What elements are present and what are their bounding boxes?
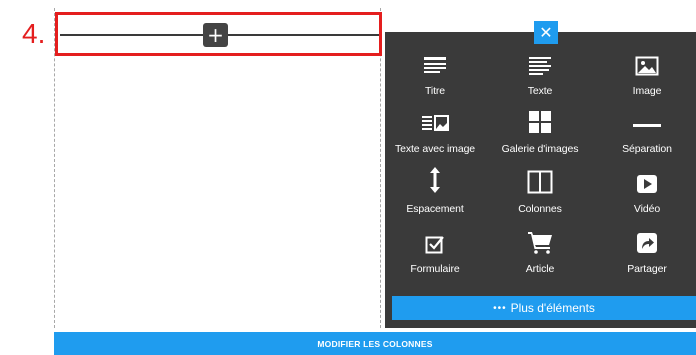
separator-icon — [633, 124, 661, 127]
video-icon — [637, 175, 657, 193]
step-number: 4. — [22, 18, 46, 49]
more-elements-label: Plus d'éléments — [510, 301, 595, 315]
column-dropzone[interactable] — [54, 8, 381, 328]
text-with-image-icon — [422, 115, 449, 131]
tool-label: Espacement — [406, 203, 464, 215]
tool-gallery[interactable]: Galerie d'images — [490, 108, 590, 155]
tool-image[interactable]: Image — [597, 50, 696, 97]
tool-spacing[interactable]: Espacement — [385, 167, 485, 215]
gallery-icon — [529, 111, 551, 133]
form-icon — [425, 236, 444, 254]
edit-columns-button[interactable]: MODIFIER LES COLONNES — [54, 332, 696, 355]
tool-label: Galerie d'images — [501, 143, 579, 155]
elements-panel: Titre Texte Image Texte avec image Galer… — [385, 32, 696, 328]
tool-columns[interactable]: Colonnes — [490, 168, 590, 215]
tool-label: Titre — [424, 85, 446, 97]
tool-label: Vidéo — [633, 203, 661, 215]
tool-label: Texte avec image — [394, 143, 476, 155]
tool-text[interactable]: Texte — [490, 50, 590, 97]
tool-label: Séparation — [622, 143, 672, 155]
edit-columns-label: MODIFIER LES COLONNES — [317, 338, 433, 349]
more-dots-icon: ••• — [493, 302, 507, 314]
add-element-button[interactable]: + — [203, 23, 228, 47]
tool-separator[interactable]: Séparation — [597, 108, 696, 155]
tool-video[interactable]: Vidéo — [597, 168, 696, 215]
tool-share[interactable]: Partager — [597, 228, 696, 275]
tool-text-with-image[interactable]: Texte avec image — [385, 108, 485, 155]
tool-title[interactable]: Titre — [385, 50, 485, 97]
tool-article[interactable]: Article — [490, 228, 590, 275]
tool-label: Texte — [527, 85, 553, 97]
cart-icon — [528, 232, 552, 254]
more-elements-button[interactable]: ••• Plus d'éléments — [392, 296, 696, 320]
tool-label: Partager — [627, 263, 667, 275]
tool-form[interactable]: Formulaire — [385, 228, 485, 275]
text-icon — [529, 57, 551, 75]
columns-icon — [527, 170, 553, 194]
tool-label: Colonnes — [518, 203, 562, 215]
spacing-icon — [430, 167, 440, 193]
share-icon — [637, 233, 657, 253]
image-icon — [635, 56, 659, 76]
tool-label: Formulaire — [410, 263, 460, 275]
close-panel-button[interactable]: ✕ — [534, 21, 558, 44]
tool-label: Article — [525, 263, 555, 275]
tool-label: Image — [632, 85, 662, 97]
title-icon — [424, 57, 446, 73]
